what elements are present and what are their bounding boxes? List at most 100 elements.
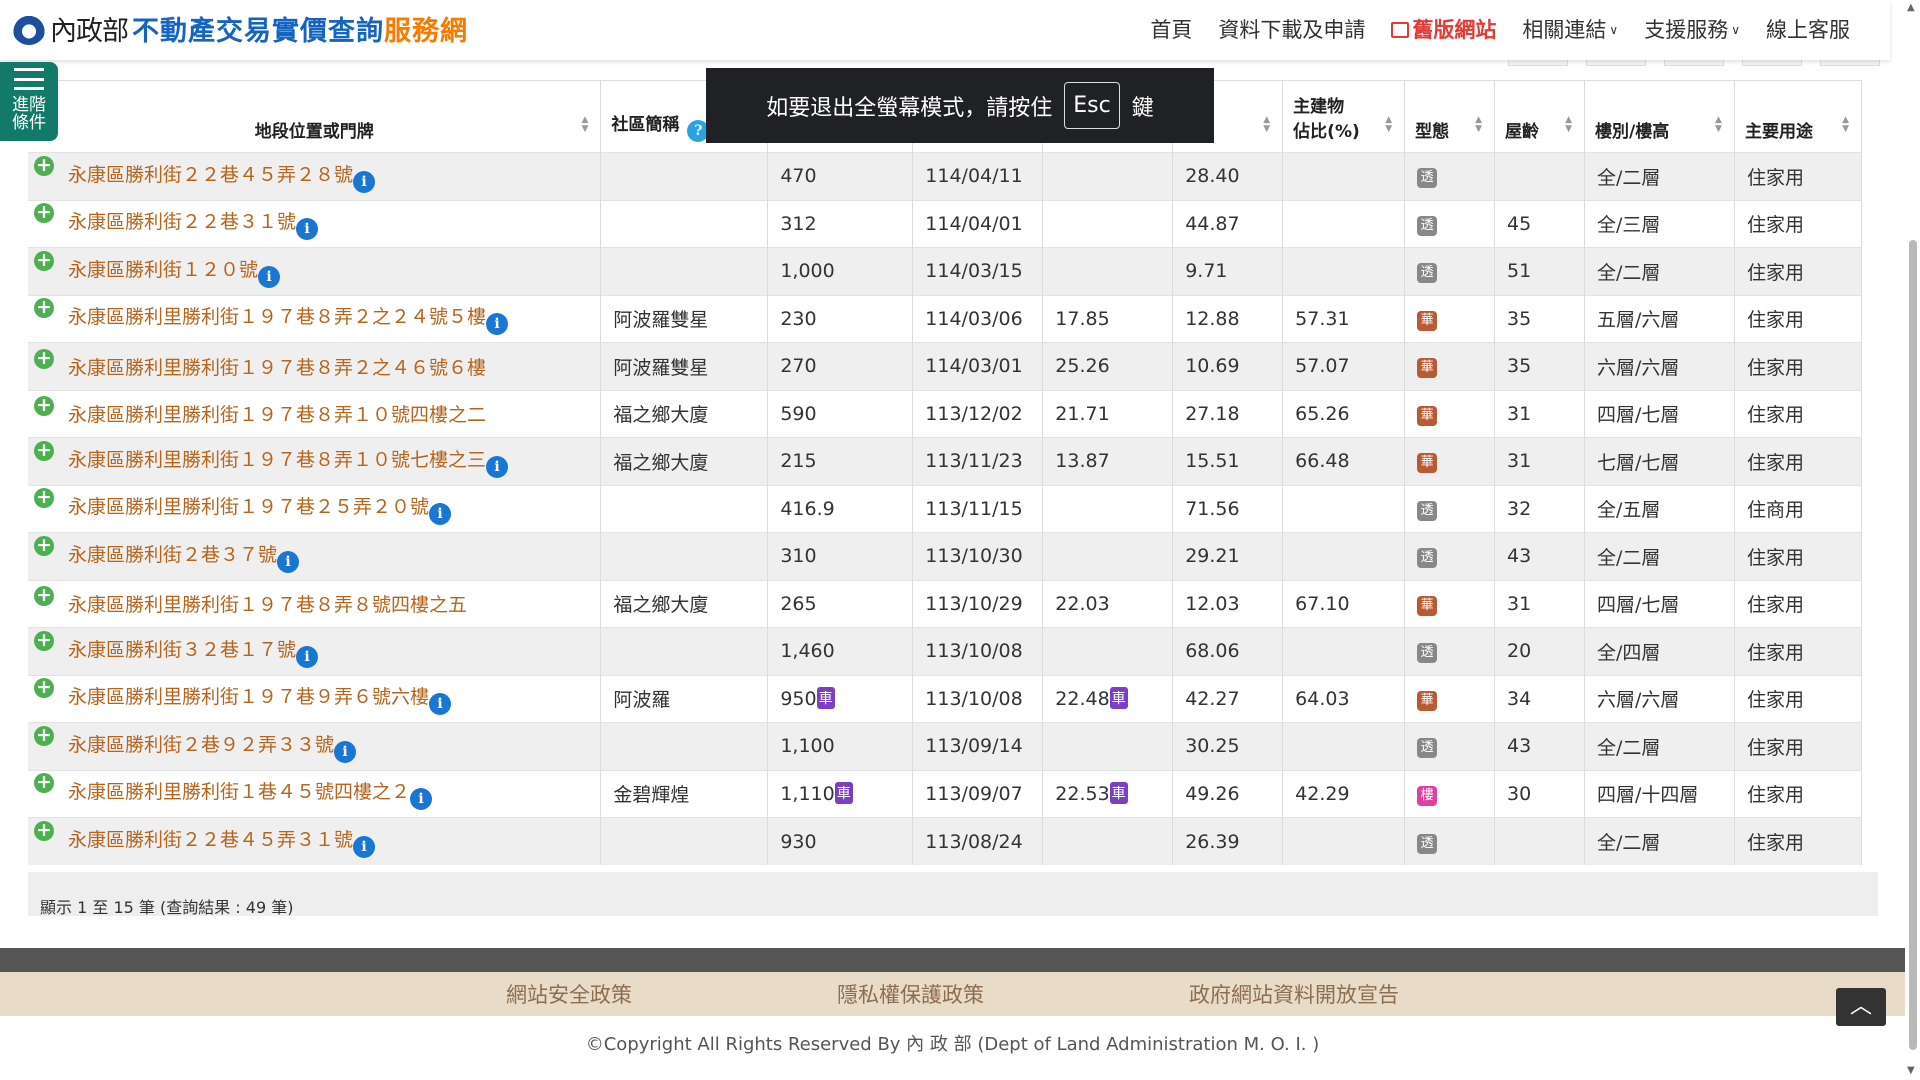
expand-plus-icon[interactable]: +: [34, 725, 54, 746]
nav-item-4[interactable]: 支援服務 ∨: [1644, 14, 1740, 44]
table-row[interactable]: + 永康區勝利里勝利街１９７巷８弄８號四樓之五 福之鄉大廈 265 113/10/29 2…: [28, 579, 1863, 628]
site-logo[interactable]: 內政部 不動產交易實價查詢 服務網: [12, 10, 468, 47]
back-to-top-button[interactable]: ︿: [1836, 988, 1886, 1026]
sort-icon[interactable]: ▲▼: [1842, 116, 1849, 134]
expand-plus-icon[interactable]: +: [34, 250, 54, 271]
info-icon[interactable]: i: [429, 693, 452, 716]
info-icon[interactable]: i: [334, 740, 357, 763]
info-icon[interactable]: i: [486, 455, 509, 478]
table-row[interactable]: + 永康區勝利里勝利街１巷４５號四樓之２ i 金碧輝煌 1,110 車 113/09/07 2…: [28, 769, 1863, 818]
sort-icon[interactable]: ▲▼: [581, 116, 588, 134]
expand-plus-icon[interactable]: +: [34, 773, 54, 794]
address-link[interactable]: 永康區勝利里勝利街１９７巷８弄１０號四樓之二: [68, 404, 486, 426]
address-cell[interactable]: + 永康區勝利里勝利街１９７巷８弄１０號七樓之三 i: [28, 437, 602, 485]
expand-plus-icon[interactable]: +: [34, 155, 54, 176]
address-link[interactable]: 永康區勝利街２２巷３１號: [68, 211, 296, 233]
address-link[interactable]: 永康區勝利街２２巷４５弄３１號: [68, 829, 353, 851]
footer-link-1[interactable]: 隱私權保護政策: [837, 979, 984, 1009]
address-link[interactable]: 永康區勝利里勝利街１９７巷９弄６號六樓: [68, 686, 429, 708]
column-header-0[interactable]: 地段位置或門牌 ▲ ▼: [28, 80, 602, 153]
info-icon[interactable]: i: [353, 170, 376, 193]
sort-icon[interactable]: ▲▼: [1475, 116, 1482, 134]
address-cell[interactable]: + 永康區勝利街２２巷４５弄３１號 i: [28, 817, 602, 865]
table-row[interactable]: + 永康區勝利街３２巷１７號 i 1,460 113/10/08 68.06 透 20 全/四層…: [28, 627, 1863, 675]
address-cell[interactable]: + 永康區勝利街２巷９２弄３３號 i: [28, 722, 602, 770]
table-row[interactable]: + 永康區勝利里勝利街１９７巷８弄２之２４號５樓 i 阿波羅雙星 230 114/03/0…: [28, 294, 1863, 343]
info-icon[interactable]: i: [429, 503, 452, 526]
info-icon[interactable]: i: [296, 645, 319, 668]
page-scrollbar[interactable]: ▲ ▼: [1905, 0, 1920, 1080]
address-link[interactable]: 永康區勝利里勝利街１巷４５號四樓之２: [68, 781, 410, 803]
expand-plus-icon[interactable]: +: [34, 535, 54, 556]
address-cell[interactable]: + 永康區勝利里勝利街１９７巷８弄２之４６號６樓: [28, 342, 602, 390]
expand-plus-icon[interactable]: +: [34, 396, 54, 417]
scrollbar-thumb[interactable]: [1909, 240, 1917, 1050]
info-icon[interactable]: i: [486, 313, 509, 336]
scroll-down-icon[interactable]: ▼: [1907, 1065, 1915, 1076]
expand-plus-icon[interactable]: +: [34, 630, 54, 651]
address-cell[interactable]: + 永康區勝利街３２巷１７號 i: [28, 627, 602, 675]
address-cell[interactable]: + 永康區勝利里勝利街１９７巷２５弄２０號 i: [28, 484, 602, 533]
column-header-9[interactable]: 樓別/樓高 ▲ ▼: [1584, 80, 1735, 153]
nav-item-3[interactable]: 相關連結 ∨: [1522, 14, 1618, 44]
address-link[interactable]: 永康區勝利里勝利街１９７巷８弄２之４６號６樓: [68, 357, 486, 379]
expand-plus-icon[interactable]: +: [34, 203, 54, 224]
table-row[interactable]: + 永康區勝利街２巷９２弄３３號 i 1,100 113/09/14 30.25 透 43 全/…: [28, 722, 1863, 770]
address-cell[interactable]: + 永康區勝利里勝利街１９７巷９弄６號六樓 i: [28, 674, 602, 723]
table-row[interactable]: + 永康區勝利街２２巷４５弄２８號 i 470 114/04/11 28.40 透 全/二層 住…: [28, 152, 1863, 200]
scroll-up-icon[interactable]: ▲: [1907, 2, 1915, 13]
expand-plus-icon[interactable]: +: [34, 586, 54, 607]
address-cell[interactable]: + 永康區勝利里勝利街１９７巷８弄８號四樓之五: [28, 579, 602, 628]
table-row[interactable]: + 永康區勝利里勝利街１９７巷８弄１０號七樓之三 i 福之鄉大廈 215 113/11/2…: [28, 437, 1863, 485]
sort-icon[interactable]: ▲▼: [1263, 116, 1270, 134]
column-header-10[interactable]: 主要用途 ▲ ▼: [1734, 80, 1863, 153]
address-cell[interactable]: + 永康區勝利里勝利街１９７巷８弄１０號四樓之二: [28, 389, 602, 438]
column-header-6[interactable]: 主建物 佔比(%) ▲ ▼: [1282, 80, 1406, 153]
info-icon[interactable]: i: [410, 788, 433, 811]
address-cell[interactable]: + 永康區勝利里勝利街１９７巷８弄２之２４號５樓 i: [28, 294, 602, 343]
sort-icon[interactable]: ▲▼: [1715, 116, 1722, 134]
address-link[interactable]: 永康區勝利里勝利街１９７巷８弄８號四樓之五: [68, 594, 467, 616]
table-row[interactable]: + 永康區勝利里勝利街１９７巷８弄１０號四樓之二 福之鄉大廈 590 113/12/02…: [28, 389, 1863, 438]
address-link[interactable]: 永康區勝利街２巷３７號: [68, 544, 277, 566]
table-row[interactable]: + 永康區勝利里勝利街１９７巷８弄２之４６號６樓 阿波羅雙星 270 114/03/01…: [28, 342, 1863, 390]
info-icon[interactable]: i: [296, 218, 319, 241]
sort-icon[interactable]: ▲▼: [1565, 116, 1572, 134]
address-link[interactable]: 永康區勝利里勝利街１９７巷８弄１０號七樓之三: [68, 449, 486, 471]
column-header-7[interactable]: 型態 ▲ ▼: [1404, 80, 1496, 153]
table-row[interactable]: + 永康區勝利街２２巷３１號 i 312 114/04/01 44.87 透 45 全/三層 住家…: [28, 199, 1863, 248]
nav-item-5[interactable]: 線上客服: [1766, 14, 1850, 44]
table-row[interactable]: + 永康區勝利里勝利街１９７巷２５弄２０號 i 416.9 113/11/15 71.56…: [28, 484, 1863, 533]
address-link[interactable]: 永康區勝利街２巷９２弄３３號: [68, 734, 334, 756]
nav-item-0[interactable]: 首頁: [1150, 14, 1192, 44]
info-icon[interactable]: i: [353, 836, 376, 858]
table-row[interactable]: + 永康區勝利街１２０號 i 1,000 114/03/15 9.71 透 51 全/二層 住家用: [28, 247, 1863, 295]
address-link[interactable]: 永康區勝利街１２０號: [68, 259, 258, 281]
address-link[interactable]: 永康區勝利街２２巷４５弄２８號: [68, 164, 353, 186]
address-link[interactable]: 永康區勝利里勝利街１９７巷８弄２之２４號５樓: [68, 306, 486, 328]
table-row[interactable]: + 永康區勝利街２巷３７號 i 310 113/10/30 29.21 透 43 全/二層 住家用: [28, 532, 1863, 580]
table-row[interactable]: + 永康區勝利街２２巷４５弄３１號 i 930 113/08/24 26.39 透 全/二層 住…: [28, 817, 1863, 865]
address-cell[interactable]: + 永康區勝利街２巷３７號 i: [28, 532, 602, 580]
nav-item-2[interactable]: 舊版網站: [1391, 14, 1496, 44]
column-header-8[interactable]: 屋齡 ▲ ▼: [1494, 80, 1585, 153]
footer-link-2[interactable]: 政府網站資料開放宣告: [1189, 979, 1399, 1009]
expand-plus-icon[interactable]: +: [34, 440, 54, 461]
advanced-filter-button[interactable]: 進階 條件: [0, 62, 58, 141]
sort-icon[interactable]: ▲▼: [1385, 116, 1392, 134]
address-link[interactable]: 永康區勝利街３２巷１７號: [68, 639, 296, 661]
address-cell[interactable]: + 永康區勝利街２２巷３１號 i: [28, 199, 602, 248]
footer-link-0[interactable]: 網站安全政策: [506, 979, 632, 1009]
address-cell[interactable]: + 永康區勝利街１２０號 i: [28, 247, 602, 295]
nav-item-1[interactable]: 資料下載及申請: [1218, 14, 1365, 44]
address-cell[interactable]: + 永康區勝利街２２巷４５弄２８號 i: [28, 152, 602, 200]
expand-plus-icon[interactable]: +: [34, 678, 54, 699]
table-row[interactable]: + 永康區勝利里勝利街１９７巷９弄６號六樓 i 阿波羅 950 車 113/10/08 22.…: [28, 674, 1863, 723]
info-icon[interactable]: i: [258, 265, 281, 288]
address-cell[interactable]: + 永康區勝利里勝利街１巷４５號四樓之２ i: [28, 769, 602, 818]
info-icon[interactable]: i: [277, 550, 300, 573]
address-link[interactable]: 永康區勝利里勝利街１９７巷２５弄２０號: [68, 496, 429, 518]
expand-plus-icon[interactable]: +: [34, 488, 54, 509]
expand-plus-icon[interactable]: +: [34, 348, 54, 369]
expand-plus-icon[interactable]: +: [34, 821, 54, 841]
